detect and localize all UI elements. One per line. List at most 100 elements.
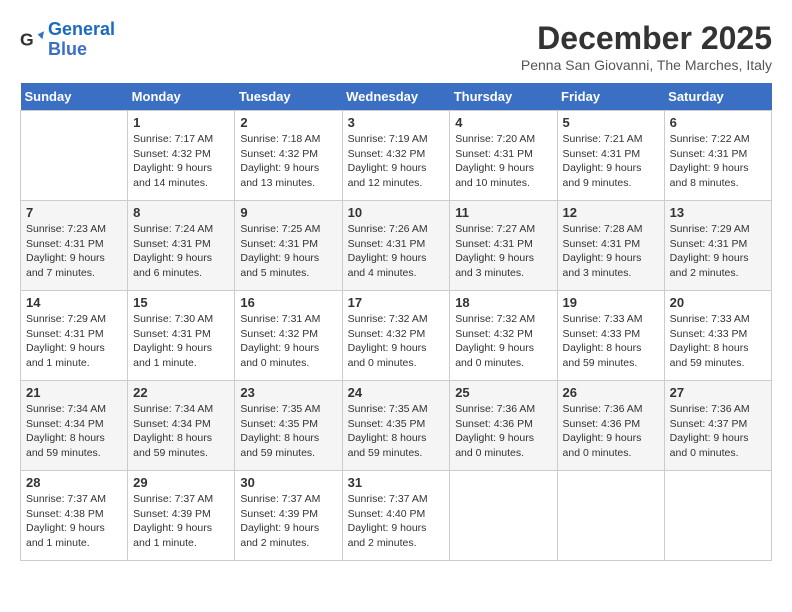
- day-info: Sunrise: 7:22 AM Sunset: 4:31 PM Dayligh…: [670, 132, 766, 191]
- month-title: December 2025: [521, 20, 772, 57]
- day-number: 27: [670, 385, 766, 400]
- logo: G General Blue: [20, 20, 115, 60]
- calendar-cell: 2 Sunrise: 7:18 AM Sunset: 4:32 PM Daylig…: [235, 111, 342, 201]
- calendar-cell: [557, 471, 664, 561]
- calendar-cell: 15 Sunrise: 7:30 AM Sunset: 4:31 PM Dayli…: [128, 291, 235, 381]
- day-number: 28: [26, 475, 122, 490]
- calendar-cell: 9Sunrise: 7:25 AM Sunset: 4:31 PM Daylig…: [235, 201, 342, 291]
- day-number: 21: [26, 385, 122, 400]
- day-number: 5: [563, 115, 659, 130]
- day-number: 25: [455, 385, 551, 400]
- weekday-header-wednesday: Wednesday: [342, 83, 450, 111]
- logo-text: General Blue: [48, 20, 115, 60]
- day-number: 30: [240, 475, 336, 490]
- day-number: 19: [563, 295, 659, 310]
- calendar-cell: 7Sunrise: 7:23 AM Sunset: 4:31 PM Daylig…: [21, 201, 128, 291]
- day-info: Sunrise: 7:33 AM Sunset: 4:33 PM Dayligh…: [670, 312, 766, 371]
- weekday-header-saturday: Saturday: [664, 83, 771, 111]
- calendar-cell: 28 Sunrise: 7:37 AM Sunset: 4:38 PM Dayli…: [21, 471, 128, 561]
- calendar-cell: 8 Sunrise: 7:24 AM Sunset: 4:31 PM Daylig…: [128, 201, 235, 291]
- day-number: 3: [348, 115, 445, 130]
- calendar-cell: 31 Sunrise: 7:37 AM Sunset: 4:40 PM Dayli…: [342, 471, 450, 561]
- calendar-cell: 12Sunrise: 7:28 AM Sunset: 4:31 PM Dayli…: [557, 201, 664, 291]
- day-info: Sunrise: 7:29 AM Sunset: 4:31 PM Dayligh…: [670, 222, 766, 281]
- calendar-week-row: 1 Sunrise: 7:17 AM Sunset: 4:32 PM Daylig…: [21, 111, 772, 201]
- calendar-cell: 17 Sunrise: 7:32 AM Sunset: 4:32 PM Dayli…: [342, 291, 450, 381]
- day-info: Sunrise: 7:36 AM Sunset: 4:36 PM Dayligh…: [563, 402, 659, 461]
- day-info: Sunrise: 7:37 AM Sunset: 4:39 PM Dayligh…: [133, 492, 229, 551]
- day-number: 23: [240, 385, 336, 400]
- weekday-header-sunday: Sunday: [21, 83, 128, 111]
- day-number: 31: [348, 475, 445, 490]
- day-number: 1: [133, 115, 229, 130]
- day-info: Sunrise: 7:34 AM Sunset: 4:34 PM Dayligh…: [133, 402, 229, 461]
- calendar-cell: 10Sunrise: 7:26 AM Sunset: 4:31 PM Dayli…: [342, 201, 450, 291]
- day-info: Sunrise: 7:36 AM Sunset: 4:37 PM Dayligh…: [670, 402, 766, 461]
- calendar-week-row: 7Sunrise: 7:23 AM Sunset: 4:31 PM Daylig…: [21, 201, 772, 291]
- day-info: Sunrise: 7:24 AM Sunset: 4:31 PM Dayligh…: [133, 222, 229, 281]
- calendar-cell: 1 Sunrise: 7:17 AM Sunset: 4:32 PM Daylig…: [128, 111, 235, 201]
- title-block: December 2025 Penna San Giovanni, The Ma…: [521, 20, 772, 73]
- calendar-cell: 21 Sunrise: 7:34 AM Sunset: 4:34 PM Dayli…: [21, 381, 128, 471]
- day-info: Sunrise: 7:20 AM Sunset: 4:31 PM Dayligh…: [455, 132, 551, 191]
- day-info: Sunrise: 7:32 AM Sunset: 4:32 PM Dayligh…: [348, 312, 445, 371]
- day-number: 29: [133, 475, 229, 490]
- day-info: Sunrise: 7:21 AM Sunset: 4:31 PM Dayligh…: [563, 132, 659, 191]
- day-number: 18: [455, 295, 551, 310]
- day-number: 22: [133, 385, 229, 400]
- day-number: 20: [670, 295, 766, 310]
- day-number: 16: [240, 295, 336, 310]
- day-number: 26: [563, 385, 659, 400]
- day-number: 11: [455, 205, 551, 220]
- weekday-header-thursday: Thursday: [450, 83, 557, 111]
- day-number: 13: [670, 205, 766, 220]
- svg-text:G: G: [20, 29, 34, 49]
- calendar-cell: [664, 471, 771, 561]
- day-info: Sunrise: 7:31 AM Sunset: 4:32 PM Dayligh…: [240, 312, 336, 371]
- calendar-cell: 19 Sunrise: 7:33 AM Sunset: 4:33 PM Dayli…: [557, 291, 664, 381]
- calendar-table: SundayMondayTuesdayWednesdayThursdayFrid…: [20, 83, 772, 561]
- day-number: 12: [563, 205, 659, 220]
- calendar-cell: 27 Sunrise: 7:36 AM Sunset: 4:37 PM Dayli…: [664, 381, 771, 471]
- calendar-cell: [21, 111, 128, 201]
- calendar-cell: 5 Sunrise: 7:21 AM Sunset: 4:31 PM Daylig…: [557, 111, 664, 201]
- location-subtitle: Penna San Giovanni, The Marches, Italy: [521, 57, 772, 73]
- day-number: 2: [240, 115, 336, 130]
- weekday-header-friday: Friday: [557, 83, 664, 111]
- day-info: Sunrise: 7:37 AM Sunset: 4:38 PM Dayligh…: [26, 492, 122, 551]
- calendar-cell: 26 Sunrise: 7:36 AM Sunset: 4:36 PM Dayli…: [557, 381, 664, 471]
- day-info: Sunrise: 7:34 AM Sunset: 4:34 PM Dayligh…: [26, 402, 122, 461]
- calendar-cell: 13 Sunrise: 7:29 AM Sunset: 4:31 PM Dayli…: [664, 201, 771, 291]
- day-info: Sunrise: 7:30 AM Sunset: 4:31 PM Dayligh…: [133, 312, 229, 371]
- weekday-header-row: SundayMondayTuesdayWednesdayThursdayFrid…: [21, 83, 772, 111]
- calendar-cell: 14 Sunrise: 7:29 AM Sunset: 4:31 PM Dayli…: [21, 291, 128, 381]
- day-number: 14: [26, 295, 122, 310]
- calendar-cell: 29 Sunrise: 7:37 AM Sunset: 4:39 PM Dayli…: [128, 471, 235, 561]
- day-number: 15: [133, 295, 229, 310]
- day-number: 17: [348, 295, 445, 310]
- day-number: 7: [26, 205, 122, 220]
- day-info: Sunrise: 7:32 AM Sunset: 4:32 PM Dayligh…: [455, 312, 551, 371]
- calendar-cell: [450, 471, 557, 561]
- day-info: Sunrise: 7:37 AM Sunset: 4:39 PM Dayligh…: [240, 492, 336, 551]
- day-info: Sunrise: 7:33 AM Sunset: 4:33 PM Dayligh…: [563, 312, 659, 371]
- calendar-week-row: 14 Sunrise: 7:29 AM Sunset: 4:31 PM Dayli…: [21, 291, 772, 381]
- day-number: 6: [670, 115, 766, 130]
- day-number: 10: [348, 205, 445, 220]
- day-info: Sunrise: 7:35 AM Sunset: 4:35 PM Dayligh…: [348, 402, 445, 461]
- day-info: Sunrise: 7:27 AM Sunset: 4:31 PM Dayligh…: [455, 222, 551, 281]
- day-info: Sunrise: 7:29 AM Sunset: 4:31 PM Dayligh…: [26, 312, 122, 371]
- calendar-cell: 25Sunrise: 7:36 AM Sunset: 4:36 PM Dayli…: [450, 381, 557, 471]
- calendar-cell: 4Sunrise: 7:20 AM Sunset: 4:31 PM Daylig…: [450, 111, 557, 201]
- calendar-cell: 24 Sunrise: 7:35 AM Sunset: 4:35 PM Dayli…: [342, 381, 450, 471]
- calendar-cell: 23 Sunrise: 7:35 AM Sunset: 4:35 PM Dayli…: [235, 381, 342, 471]
- day-number: 8: [133, 205, 229, 220]
- day-info: Sunrise: 7:37 AM Sunset: 4:40 PM Dayligh…: [348, 492, 445, 551]
- day-info: Sunrise: 7:19 AM Sunset: 4:32 PM Dayligh…: [348, 132, 445, 191]
- day-info: Sunrise: 7:18 AM Sunset: 4:32 PM Dayligh…: [240, 132, 336, 191]
- day-number: 9: [240, 205, 336, 220]
- logo-icon: G: [20, 28, 44, 52]
- day-info: Sunrise: 7:17 AM Sunset: 4:32 PM Dayligh…: [133, 132, 229, 191]
- day-info: Sunrise: 7:35 AM Sunset: 4:35 PM Dayligh…: [240, 402, 336, 461]
- day-number: 24: [348, 385, 445, 400]
